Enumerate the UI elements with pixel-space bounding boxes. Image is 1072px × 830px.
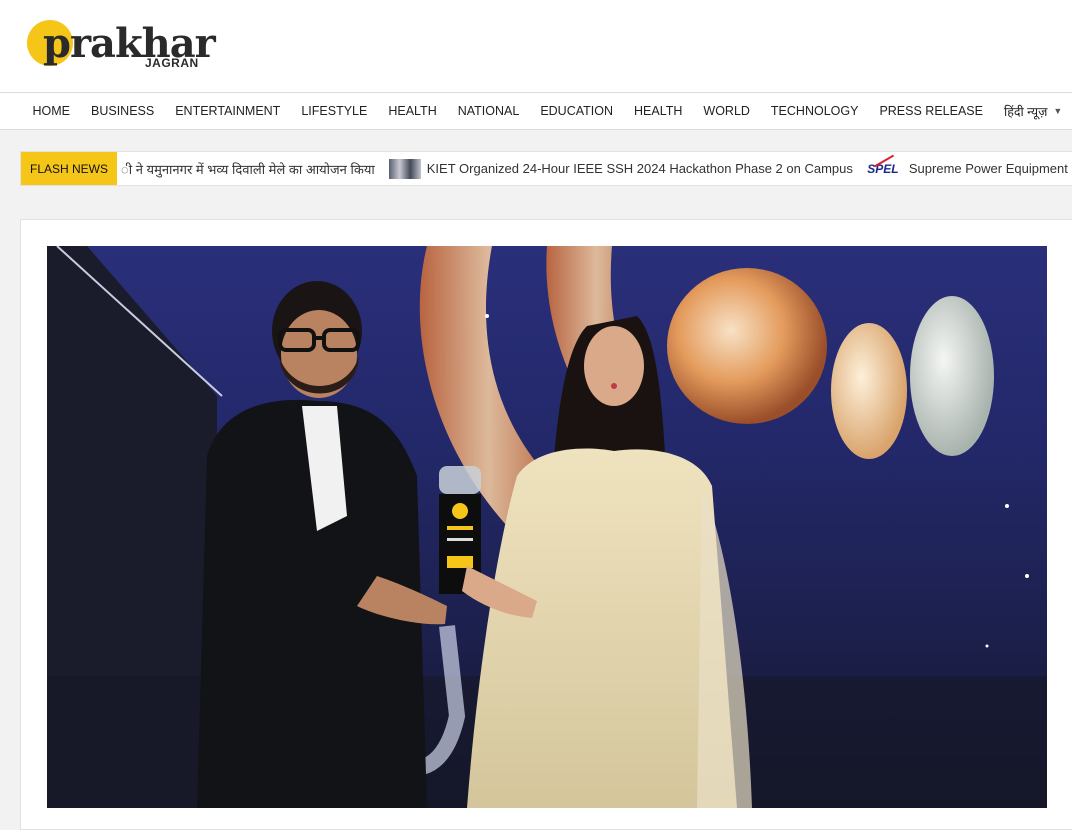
nav-item-national[interactable]: NATIONAL bbox=[458, 104, 520, 118]
hero-image[interactable] bbox=[47, 246, 1047, 808]
award-photo-illustration bbox=[47, 246, 1047, 808]
chevron-down-icon: ▼ bbox=[1053, 106, 1063, 116]
nav-label: BUSINESS bbox=[91, 104, 155, 118]
nav-item-home[interactable]: HOME bbox=[33, 104, 71, 118]
nav-label: WORLD bbox=[703, 104, 750, 118]
nav-label: PRESS RELEASE bbox=[879, 104, 983, 118]
site-header: prakhar JAGRAN bbox=[0, 0, 1072, 92]
nav-label: EDUCATION bbox=[540, 104, 613, 118]
nav-label: ENTERTAINMENT bbox=[175, 104, 281, 118]
ticker-text: ी ने यमुनानगर में भव्य दिवाली मेले का आय… bbox=[121, 161, 375, 177]
nav-label: हिंदी न्यूज़ bbox=[1003, 104, 1048, 119]
nav-item-hindi-news[interactable]: हिंदी न्यूज़ ▼ bbox=[1004, 103, 1062, 120]
nav-item-health[interactable]: HEALTH bbox=[388, 104, 436, 118]
ticker-text: KIET Organized 24-Hour IEEE SSH 2024 Hac… bbox=[426, 161, 853, 176]
nav-label: LIFESTYLE bbox=[301, 104, 368, 118]
logo-subtext: JAGRAN bbox=[145, 56, 199, 70]
nav-item-world[interactable]: WORLD bbox=[703, 104, 750, 118]
nav-item-press-release[interactable]: PRESS RELEASE bbox=[879, 104, 983, 118]
nav-label: HOME bbox=[32, 104, 71, 118]
nav-item-technology[interactable]: TECHNOLOGY bbox=[771, 104, 859, 118]
nav-label: HEALTH bbox=[388, 104, 437, 118]
ticker-item[interactable]: SPEL Supreme Power Equipment Delivers St… bbox=[867, 158, 1072, 180]
site-logo[interactable]: prakhar JAGRAN bbox=[25, 16, 216, 78]
ticker-item[interactable]: ी ने यमुनानगर में भव्य दिवाली मेले का आय… bbox=[121, 160, 375, 178]
nav-item-lifestyle[interactable]: LIFESTYLE bbox=[301, 104, 367, 118]
nav-item-education[interactable]: EDUCATION bbox=[540, 104, 613, 118]
nav-item-business[interactable]: BUSINESS bbox=[91, 104, 154, 118]
nav-item-entertainment[interactable]: ENTERTAINMENT bbox=[175, 104, 280, 118]
spel-logo: SPEL bbox=[867, 158, 899, 180]
article-card bbox=[20, 219, 1072, 830]
flash-news-label: FLASH NEWS bbox=[21, 152, 117, 185]
ticker-item[interactable]: KIET Organized 24-Hour IEEE SSH 2024 Hac… bbox=[388, 158, 853, 179]
main-nav: HOME BUSINESS ENTERTAINMENT LIFESTYLE HE… bbox=[0, 92, 1072, 130]
news-ticker: ी ने यमुनानगर में भव्य दिवाली मेले का आय… bbox=[121, 152, 1072, 185]
nav-item-health-2[interactable]: HEALTH bbox=[634, 104, 682, 118]
ticker-text: Supreme Power Equipment Delivers Strong … bbox=[908, 161, 1072, 176]
ticker-thumbnail bbox=[388, 158, 421, 179]
flash-news-bar: ी ने यमुनानगर में भव्य दिवाली मेले का आय… bbox=[20, 151, 1072, 186]
nav-label: HEALTH bbox=[634, 104, 683, 118]
nav-label: NATIONAL bbox=[457, 104, 520, 118]
nav-label: TECHNOLOGY bbox=[770, 104, 859, 118]
